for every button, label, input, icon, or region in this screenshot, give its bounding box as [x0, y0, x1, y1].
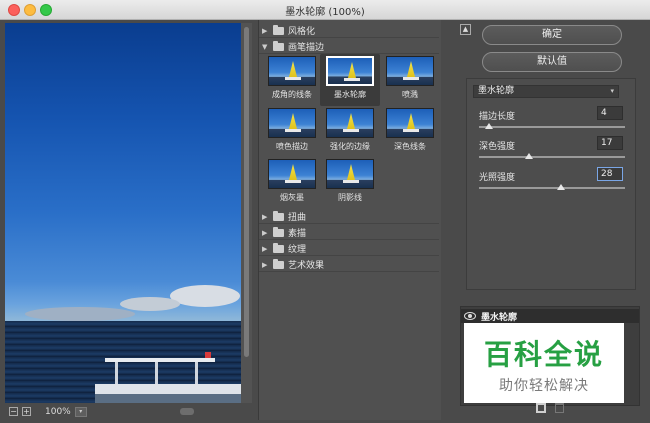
light-intensity-label: 光照强度 [479, 173, 516, 183]
filter-gallery: ▶ 风格化 ▼ 画笔描边 成角的线条 墨水轮廓 喷溅 喷色描边 强化的边缘 深色… [258, 20, 453, 420]
filter-ink-outlines[interactable]: 墨水轮廓 [320, 54, 380, 106]
caret-right-icon: ▶ [262, 244, 268, 253]
default-button[interactable]: 默认值 [482, 52, 622, 72]
folder-icon [273, 24, 284, 35]
caret-right-icon: ▶ [262, 260, 268, 269]
dark-intensity-input[interactable]: 17 [597, 136, 623, 150]
slider-knob[interactable] [556, 184, 565, 190]
preview-zoom-bar: − + 100% ▾ [5, 404, 252, 419]
filter-thumbnail [326, 108, 374, 138]
chevron-down-icon: ▾ [610, 87, 614, 95]
category-brush-strokes[interactable]: ▼ 画笔描边 [259, 40, 439, 54]
folder-icon [273, 210, 284, 221]
trash-icon[interactable] [555, 403, 564, 413]
category-texture[interactable]: ▶ 纹理 [259, 242, 439, 256]
folder-icon [273, 226, 284, 237]
zoom-dropdown-icon[interactable]: ▾ [74, 406, 87, 417]
stroke-length-label: 描边长度 [479, 112, 516, 122]
caret-right-icon: ▶ [262, 212, 268, 221]
filter-select-value: 墨水轮廓 [478, 86, 515, 96]
filter-angled-strokes[interactable]: 成角的线条 [262, 56, 322, 108]
window-title: 墨水轮廓 (100%) [285, 7, 365, 18]
effect-layers-panel: 墨水轮廓 百科全说 助你轻松解决 [460, 306, 640, 406]
dark-intensity-label: 深色强度 [479, 142, 516, 152]
preview-scroll-thumb[interactable] [244, 27, 249, 357]
boat-image [95, 352, 241, 403]
collapse-gallery-icon[interactable]: ▲ [460, 24, 471, 35]
slider-knob[interactable] [485, 123, 494, 129]
filter-select[interactable]: 墨水轮廓 ▾ [473, 85, 619, 98]
ok-button[interactable]: 确定 [482, 25, 622, 45]
new-effect-layer-icon[interactable] [536, 403, 546, 413]
category-sketch[interactable]: ▶ 素描 [259, 226, 439, 240]
preview-horizontal-scroll-thumb[interactable] [180, 408, 194, 415]
dark-intensity-slider[interactable] [479, 153, 625, 159]
filter-thumbnail [268, 56, 316, 86]
effect-layer-name: 墨水轮廓 [481, 312, 518, 323]
watermark: 百科全说 助你轻松解决 [464, 323, 624, 403]
filter-sprayed-strokes[interactable]: 喷色描边 [262, 108, 322, 160]
filter-spatter[interactable]: 喷溅 [380, 56, 440, 108]
folder-icon [273, 40, 284, 51]
watermark-subtitle: 助你轻松解决 [499, 378, 589, 394]
preview-pane[interactable] [5, 23, 252, 403]
filter-thumbnail [268, 159, 316, 189]
folder-icon [273, 258, 284, 269]
watermark-title: 百科全说 [483, 338, 604, 371]
zoom-level: 100% [45, 406, 71, 417]
stroke-length-slider[interactable] [479, 123, 625, 129]
caret-down-icon: ▼ [262, 42, 268, 51]
filter-thumbnail [386, 108, 434, 138]
filter-sumi-e[interactable]: 烟灰墨 [262, 159, 322, 211]
folder-icon [273, 242, 284, 253]
category-artistic[interactable]: ▶ 艺术效果 [259, 258, 439, 272]
caret-right-icon: ▶ [262, 228, 268, 237]
preview-vertical-scrollbar[interactable] [241, 23, 252, 403]
effect-layer-row[interactable]: 墨水轮廓 [461, 309, 639, 323]
eye-icon[interactable] [464, 312, 476, 320]
light-intensity-input[interactable]: 28 [597, 167, 623, 181]
filter-parameters: 墨水轮廓 ▾ 描边长度 4 深色强度 17 光照强度 28 [466, 78, 636, 290]
filter-accented-edges[interactable]: 强化的边缘 [320, 108, 380, 160]
caret-right-icon: ▶ [262, 26, 268, 35]
category-distort[interactable]: ▶ 扭曲 [259, 210, 439, 224]
title-bar: 墨水轮廓 (100%) [0, 0, 650, 20]
slider-knob[interactable] [524, 153, 533, 159]
filter-crosshatch[interactable]: 阴影线 [320, 159, 380, 211]
filter-thumbnail [326, 56, 374, 86]
stroke-length-input[interactable]: 4 [597, 106, 623, 120]
zoom-in-button[interactable]: + [22, 407, 31, 416]
category-stylize[interactable]: ▶ 风格化 [259, 24, 439, 38]
light-intensity-slider[interactable] [479, 184, 625, 190]
gallery-scrollbar[interactable] [441, 20, 453, 420]
filter-dark-strokes[interactable]: 深色线条 [380, 108, 440, 160]
filter-thumbnail [326, 159, 374, 189]
zoom-out-button[interactable]: − [9, 407, 18, 416]
preview-image [5, 23, 241, 403]
filter-thumbnail [386, 56, 434, 86]
filter-thumbnail [268, 108, 316, 138]
